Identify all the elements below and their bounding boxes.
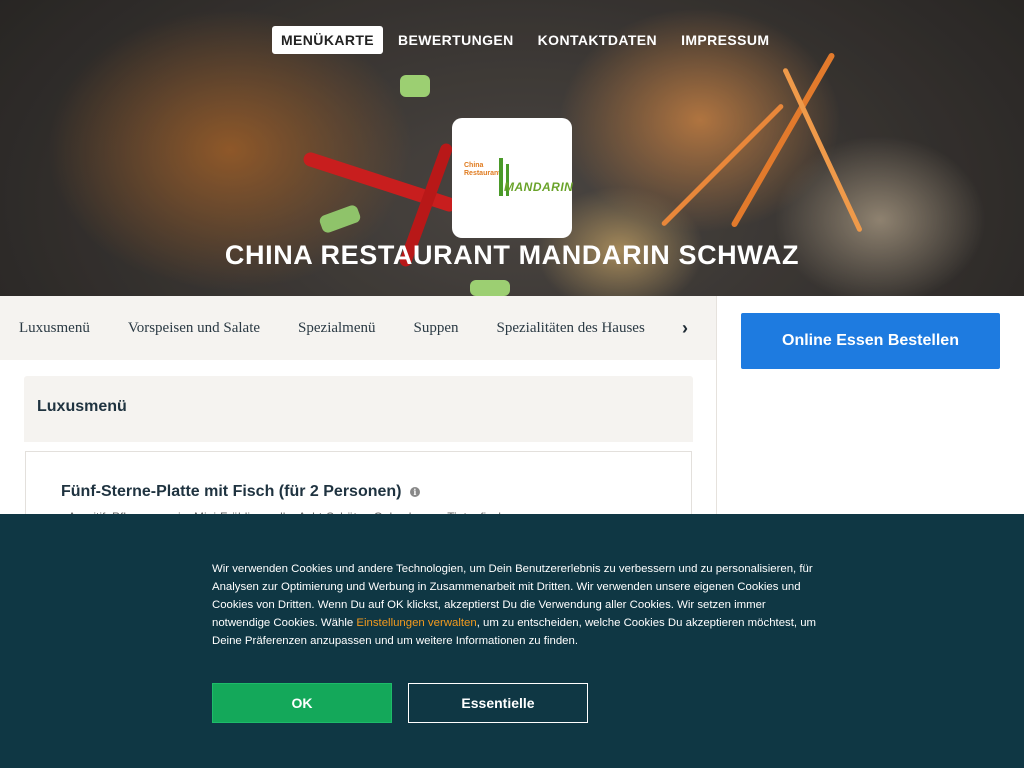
hero-food-decoration bbox=[470, 280, 510, 296]
cookie-text: Wir verwenden Cookies und andere Technol… bbox=[212, 560, 822, 650]
info-icon[interactable]: i bbox=[409, 486, 420, 497]
manage-settings-link[interactable]: Einstellungen verwalten bbox=[356, 617, 476, 629]
cookie-banner: Wir verwenden Cookies und andere Technol… bbox=[0, 514, 1024, 768]
chevron-right-icon[interactable]: › bbox=[676, 316, 694, 340]
nav-menuekarte[interactable]: MENÜKARTE bbox=[272, 26, 384, 54]
nav-bewertungen[interactable]: BEWERTUNGEN bbox=[389, 26, 523, 54]
cookie-essential-button[interactable]: Essentielle bbox=[408, 683, 588, 723]
nav-kontaktdaten[interactable]: KONTAKTDATEN bbox=[529, 26, 666, 54]
category-luxusmenue[interactable]: Luxusmenü bbox=[0, 320, 109, 337]
dish-name: Fünf-Sterne-Platte mit Fisch (für 2 Pers… bbox=[61, 483, 402, 500]
section-title: Luxusmenü bbox=[37, 398, 127, 415]
cookie-ok-button[interactable]: OK bbox=[212, 683, 392, 723]
logo-artwork: China Restaurant MANDARIN bbox=[454, 158, 574, 198]
category-vorspeisen[interactable]: Vorspeisen und Salate bbox=[109, 320, 279, 337]
logo-line-china: China bbox=[464, 162, 484, 169]
menu-section-header: Luxusmenü bbox=[24, 376, 693, 442]
category-spezialitaeten[interactable]: Spezialitäten des Hauses bbox=[478, 320, 654, 337]
logo-brand: MANDARIN bbox=[504, 180, 574, 194]
category-suppen[interactable]: Suppen bbox=[395, 320, 478, 337]
dish-title: Fünf-Sterne-Platte mit Fisch (für 2 Pers… bbox=[61, 483, 420, 501]
logo-text: China Restaurant bbox=[464, 162, 501, 178]
category-bar: Luxusmenü Vorspeisen und Salate Spezialm… bbox=[0, 296, 716, 360]
category-spezialmenue[interactable]: Spezialmenü bbox=[279, 320, 394, 337]
restaurant-logo: China Restaurant MANDARIN bbox=[452, 118, 574, 238]
hero-food-decoration bbox=[318, 203, 362, 235]
bamboo-icon bbox=[499, 158, 503, 196]
hero-food-decoration bbox=[782, 67, 863, 233]
category-list: Luxusmenü Vorspeisen und Salate Spezialm… bbox=[0, 320, 654, 337]
logo-line-restaurant: Restaurant bbox=[464, 170, 501, 177]
hero-food-decoration bbox=[400, 75, 430, 97]
top-navigation: MENÜKARTE BEWERTUNGEN KONTAKTDATEN IMPRE… bbox=[272, 26, 784, 54]
nav-impressum[interactable]: IMPRESSUM bbox=[672, 26, 778, 54]
order-online-button[interactable]: Online Essen Bestellen bbox=[741, 313, 1000, 369]
restaurant-title: CHINA RESTAURANT MANDARIN SCHWAZ bbox=[224, 240, 800, 270]
